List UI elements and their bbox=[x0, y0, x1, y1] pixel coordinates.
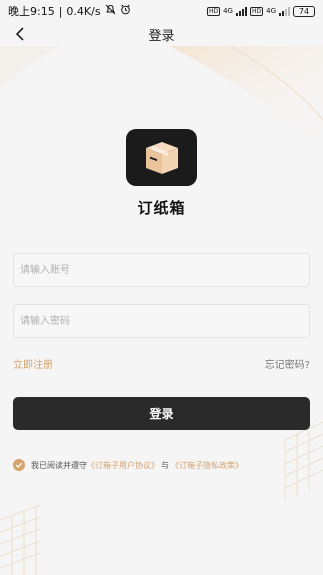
notification-icon bbox=[105, 4, 116, 18]
status-bar: 晚上9:15 | 0.4K/s HD 4G HD 4G 74 bbox=[0, 0, 323, 22]
status-time: 晚上9:15 bbox=[8, 5, 55, 18]
box-icon bbox=[145, 141, 178, 174]
status-separator: | bbox=[58, 4, 63, 18]
privacy-policy-link[interactable]: 《订箱子隐私政策》 bbox=[171, 460, 243, 471]
hd-badge: HD bbox=[206, 6, 221, 16]
forgot-password-link[interactable]: 忘记密码? bbox=[265, 356, 310, 371]
app-name: 订纸箱 bbox=[137, 199, 186, 217]
back-button[interactable] bbox=[10, 24, 30, 44]
agreement-conjunction: 与 bbox=[161, 460, 169, 470]
password-input[interactable] bbox=[13, 304, 310, 338]
nav-bar: 登录 bbox=[0, 22, 323, 46]
account-input[interactable] bbox=[13, 253, 310, 287]
signal-icon bbox=[235, 6, 247, 16]
auth-links: 立即注册 忘记密码? bbox=[13, 355, 310, 371]
status-left: 晚上9:15 | 0.4K/s bbox=[8, 3, 131, 19]
network-type: 4G bbox=[223, 7, 233, 15]
register-link[interactable]: 立即注册 bbox=[13, 356, 53, 371]
agreement-row: 我已阅读并遵守 《订箱子用户协议》 与 《订箱子隐私政策》 bbox=[13, 458, 313, 472]
agreement-prefix: 我已阅读并遵守 bbox=[31, 460, 87, 470]
battery-indicator: 74 bbox=[293, 5, 315, 17]
user-agreement-link[interactable]: 《订箱子用户协议》 bbox=[87, 460, 159, 471]
agreement-checkbox[interactable] bbox=[13, 459, 25, 471]
signal-icon-2 bbox=[279, 6, 290, 16]
alarm-icon bbox=[120, 4, 131, 18]
chevron-left-icon bbox=[15, 27, 24, 41]
login-button[interactable]: 登录 bbox=[13, 397, 310, 430]
network-type-2: 4G bbox=[266, 7, 276, 15]
status-right: HD 4G HD 4G 74 bbox=[206, 5, 315, 17]
app-logo bbox=[126, 129, 197, 186]
hd-badge-2: HD bbox=[249, 6, 264, 16]
background-decoration bbox=[0, 45, 323, 575]
checkmark-icon bbox=[15, 462, 23, 468]
page-title: 登录 bbox=[148, 28, 175, 44]
network-speed: 0.4K/s bbox=[66, 4, 101, 18]
